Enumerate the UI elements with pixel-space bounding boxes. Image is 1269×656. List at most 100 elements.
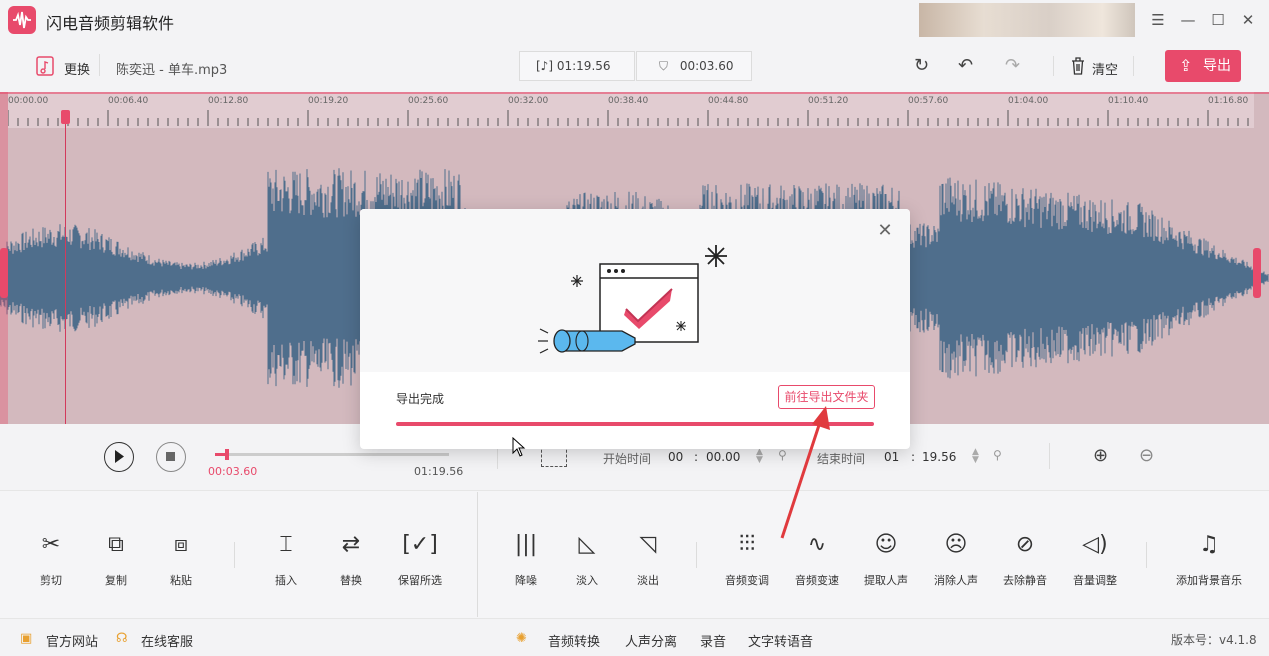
music-note-icon: ♫ bbox=[1199, 532, 1219, 557]
scissors-icon: ✂ bbox=[41, 532, 61, 557]
export-label: 导出 bbox=[1203, 58, 1231, 74]
annotation-arrow bbox=[780, 406, 830, 539]
fade-out-icon: ◹ bbox=[639, 532, 657, 557]
remove-silence-label: 去除静音 bbox=[1003, 574, 1047, 587]
denoise-tool[interactable]: ||| 降噪 bbox=[491, 530, 561, 588]
replace-label: 替换 bbox=[340, 574, 362, 587]
paste-icon: ⧈ bbox=[174, 532, 188, 557]
pitch-label: 音频变调 bbox=[725, 574, 769, 587]
remove-voice-tool[interactable]: ☹ 消除人声 bbox=[921, 530, 991, 588]
zoom-out-icon[interactable]: ⊖ bbox=[1139, 445, 1154, 466]
pin-icon[interactable]: ⚲ bbox=[993, 448, 1002, 462]
fade-out-tool[interactable]: ◹ 淡出 bbox=[613, 530, 683, 588]
speed-label: 音频变速 bbox=[795, 574, 839, 587]
insert-tool[interactable]: ⌶ 插入 bbox=[251, 530, 321, 588]
colon: : bbox=[911, 450, 916, 464]
denoise-icon: ||| bbox=[514, 532, 538, 557]
end-stepper-icon[interactable]: ▲ ▼ bbox=[972, 448, 979, 465]
convert-link[interactable]: 音频转换 bbox=[548, 631, 600, 650]
record-link[interactable]: 录音 bbox=[700, 631, 726, 650]
headset-icon: ☊ bbox=[116, 631, 128, 646]
export-button[interactable]: ⇪ 导出 bbox=[1165, 50, 1241, 82]
selection-top-line bbox=[0, 92, 1269, 94]
extract-voice-tool[interactable]: ☺ 提取人声 bbox=[851, 530, 921, 588]
divider bbox=[1053, 56, 1054, 76]
fade-in-label: 淡入 bbox=[576, 574, 598, 587]
website-icon: ▣ bbox=[20, 631, 33, 646]
start-stepper-icon[interactable]: ▲ ▼ bbox=[756, 448, 763, 465]
selection-duration-pill: ⛉ 00:03.60 bbox=[636, 51, 752, 81]
ruler-label: 00:06.40 bbox=[108, 96, 149, 106]
keep-selection-tool[interactable]: [✓] 保留所选 bbox=[385, 530, 455, 588]
ruler-label: 01:16.80 bbox=[1208, 96, 1249, 106]
face-mute-icon: ☹ bbox=[944, 532, 968, 557]
trash-icon[interactable] bbox=[1070, 56, 1086, 76]
check-bracket-icon: [✓] bbox=[402, 532, 438, 557]
ruler-label: 00:19.20 bbox=[308, 96, 349, 106]
redo-icon[interactable]: ↷ bbox=[1005, 56, 1027, 76]
add-bgm-tool[interactable]: ♫ 添加背景音乐 bbox=[1170, 530, 1248, 588]
cut-label: 剪切 bbox=[40, 574, 62, 587]
remove-silence-tool[interactable]: ⊘ 去除静音 bbox=[990, 530, 1060, 588]
playhead-handle[interactable] bbox=[61, 110, 70, 124]
export-done-text: 导出完成 bbox=[396, 392, 445, 406]
close-dialog-icon[interactable]: ✕ bbox=[876, 222, 894, 240]
remove-voice-label: 消除人声 bbox=[934, 574, 978, 587]
zoom-in-icon[interactable]: ⊕ bbox=[1093, 445, 1108, 466]
divider bbox=[696, 542, 697, 568]
maximize-icon[interactable]: ☐ bbox=[1206, 8, 1230, 32]
insert-label: 插入 bbox=[275, 574, 297, 587]
app-logo-icon bbox=[8, 6, 36, 34]
support-link[interactable]: 在线客服 bbox=[141, 631, 193, 650]
right-trim-handle[interactable] bbox=[1253, 248, 1261, 298]
menu-icon[interactable]: ☰ bbox=[1146, 8, 1170, 32]
end-time: 01:19.56 bbox=[414, 465, 464, 478]
replace-icon: ⇄ bbox=[341, 532, 361, 557]
play-button[interactable] bbox=[104, 442, 134, 472]
end-seconds[interactable]: 19.56 bbox=[922, 446, 968, 468]
cut-tool[interactable]: ✂ 剪切 bbox=[16, 530, 86, 588]
divider bbox=[99, 54, 100, 76]
start-time-label: 开始时间 bbox=[603, 452, 652, 466]
ruler-label: 00:00.00 bbox=[8, 96, 49, 106]
replace-tool[interactable]: ⇄ 替换 bbox=[316, 530, 386, 588]
copy-label: 复制 bbox=[105, 574, 127, 587]
paste-tool[interactable]: ⧈ 粘贴 bbox=[146, 530, 216, 588]
separate-link[interactable]: 人声分离 bbox=[625, 631, 677, 650]
undo-icon[interactable]: ↶ bbox=[958, 56, 980, 76]
ruler-label: 01:04.00 bbox=[1008, 96, 1049, 106]
website-link[interactable]: 官方网站 bbox=[46, 631, 98, 650]
minimize-icon[interactable]: — bbox=[1176, 8, 1200, 32]
volume-tool[interactable]: ◁) 音量调整 bbox=[1060, 530, 1130, 588]
fade-in-tool[interactable]: ◺ 淡入 bbox=[552, 530, 622, 588]
left-trim-handle[interactable] bbox=[0, 248, 8, 298]
tts-link[interactable]: 文字转语音 bbox=[748, 631, 813, 650]
ruler-label: 00:51.20 bbox=[808, 96, 849, 106]
end-minutes[interactable]: 01 bbox=[884, 446, 906, 468]
divider bbox=[1049, 443, 1050, 469]
colon: : bbox=[694, 450, 699, 464]
playback-progress-handle[interactable] bbox=[225, 449, 229, 460]
start-minutes[interactable]: 00 bbox=[668, 446, 690, 468]
copy-tool[interactable]: ⧉ 复制 bbox=[81, 530, 151, 588]
mouse-cursor-icon bbox=[512, 437, 526, 457]
total-duration: 01:19.56 bbox=[556, 59, 611, 73]
blurred-thumbnail bbox=[919, 3, 1135, 37]
clear-button[interactable]: 清空 bbox=[1092, 59, 1118, 78]
replace-button[interactable]: 更换 bbox=[64, 59, 90, 78]
divider bbox=[1133, 56, 1134, 76]
denoise-label: 降噪 bbox=[515, 574, 537, 587]
stop-button[interactable] bbox=[156, 442, 186, 472]
close-window-icon[interactable]: ✕ bbox=[1236, 8, 1260, 32]
start-seconds[interactable]: 00.00 bbox=[706, 446, 752, 468]
face-voice-icon: ☺ bbox=[874, 532, 898, 557]
insert-icon: ⌶ bbox=[279, 532, 293, 557]
shield-icon: ⛉ bbox=[659, 59, 669, 73]
speaker-icon: ◁) bbox=[1082, 532, 1108, 557]
selection-duration: 00:03.60 bbox=[679, 59, 734, 73]
playback-progress-track[interactable] bbox=[215, 453, 449, 456]
ruler-label: 00:25.60 bbox=[408, 96, 449, 106]
refresh-icon[interactable]: ↻ bbox=[914, 56, 934, 76]
playhead-line[interactable] bbox=[65, 110, 66, 424]
fade-in-icon: ◺ bbox=[578, 532, 596, 557]
